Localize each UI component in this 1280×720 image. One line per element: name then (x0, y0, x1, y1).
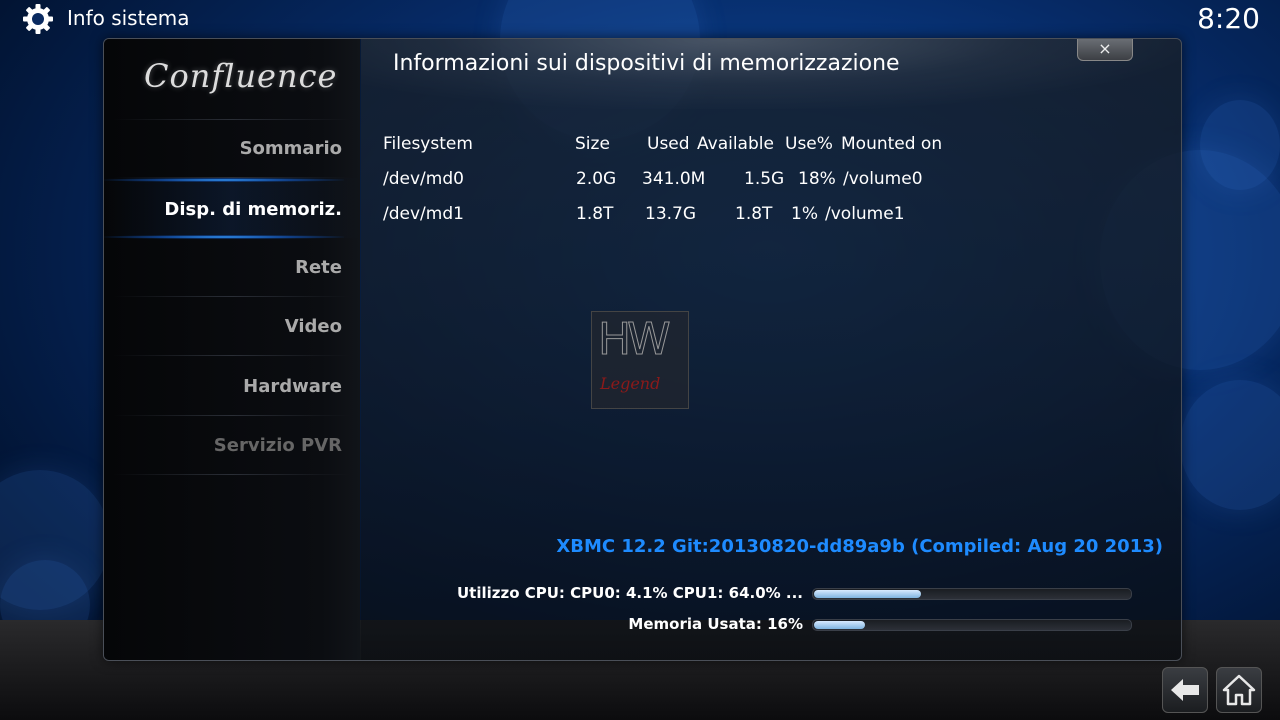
table-cell: /volume1 (825, 204, 905, 224)
sidebar-item-sommario[interactable]: Sommario (112, 138, 342, 159)
divider (114, 119, 350, 120)
divider (114, 415, 350, 416)
version-label: XBMC 12.2 Git:20130820-dd89a9b (Compiled… (556, 536, 1163, 557)
column-header: Size (575, 134, 610, 154)
table-cell: 13.7G (645, 204, 697, 224)
table-cell: 1% (791, 204, 818, 224)
column-header: Use% (785, 134, 833, 154)
table-cell: 1.8T (576, 204, 614, 224)
divider (114, 296, 350, 297)
sidebar-item-video[interactable]: Video (112, 316, 342, 337)
watermark-legend-text: Legend (600, 374, 661, 393)
column-header: Mounted on (841, 134, 943, 154)
memory-usage-bar (812, 619, 1132, 631)
watermark-hw-text: HW (598, 314, 672, 366)
table-cell: 1.8T (735, 204, 773, 224)
page-title: Informazioni sui dispositivi di memorizz… (393, 51, 900, 76)
table-cell: 18% (798, 169, 836, 189)
cpu-usage-fill (814, 590, 921, 598)
main-content: Informazioni sui dispositivi di memorizz… (361, 39, 1181, 660)
home-button[interactable] (1216, 667, 1262, 713)
window-title: Info sistema (67, 6, 190, 30)
confluence-logo: Confluence (144, 57, 338, 95)
memory-usage-label: Memoria Usata: 16% (628, 615, 803, 633)
back-arrow-icon (1171, 679, 1199, 701)
table-cell: 1.5G (744, 169, 785, 189)
cpu-usage-label: Utilizzo CPU: CPU0: 4.1% CPU1: 64.0% ... (456, 584, 803, 602)
divider (114, 355, 350, 356)
active-glow-bottom (104, 235, 344, 239)
back-button[interactable] (1162, 667, 1208, 713)
column-header: Filesystem (383, 134, 473, 154)
system-info-window: Confluence Sommario Disp. di memoriz. Re… (103, 38, 1182, 661)
table-cell: 341.0M (642, 169, 706, 189)
table-cell: /dev/md1 (383, 204, 464, 224)
active-glow-top (104, 178, 344, 182)
home-icon (1222, 674, 1256, 706)
clock: 8:20 (1197, 2, 1260, 35)
divider (114, 474, 350, 475)
table-cell: /volume0 (843, 169, 923, 189)
column-header: Available (697, 134, 774, 154)
bokeh-decoration (1200, 100, 1280, 190)
table-cell: 2.0G (576, 169, 617, 189)
cpu-usage-bar (812, 588, 1132, 600)
column-header: Used (647, 134, 690, 154)
table-cell: /dev/md0 (383, 169, 464, 189)
sidebar-item-hardware[interactable]: Hardware (112, 376, 342, 397)
sidebar-item-storage[interactable]: Disp. di memoriz. (112, 199, 342, 220)
sidebar: Confluence Sommario Disp. di memoriz. Re… (104, 39, 360, 660)
sidebar-item-rete[interactable]: Rete (112, 257, 342, 278)
top-bar: Info sistema 8:20 (0, 0, 1280, 38)
memory-usage-fill (814, 621, 865, 629)
bokeh-decoration (1180, 380, 1280, 510)
close-button[interactable]: × (1077, 39, 1133, 61)
gear-icon (23, 4, 53, 34)
hwlegend-watermark: HW Legend (591, 311, 689, 409)
sidebar-item-pvr[interactable]: Servizio PVR (112, 435, 342, 456)
